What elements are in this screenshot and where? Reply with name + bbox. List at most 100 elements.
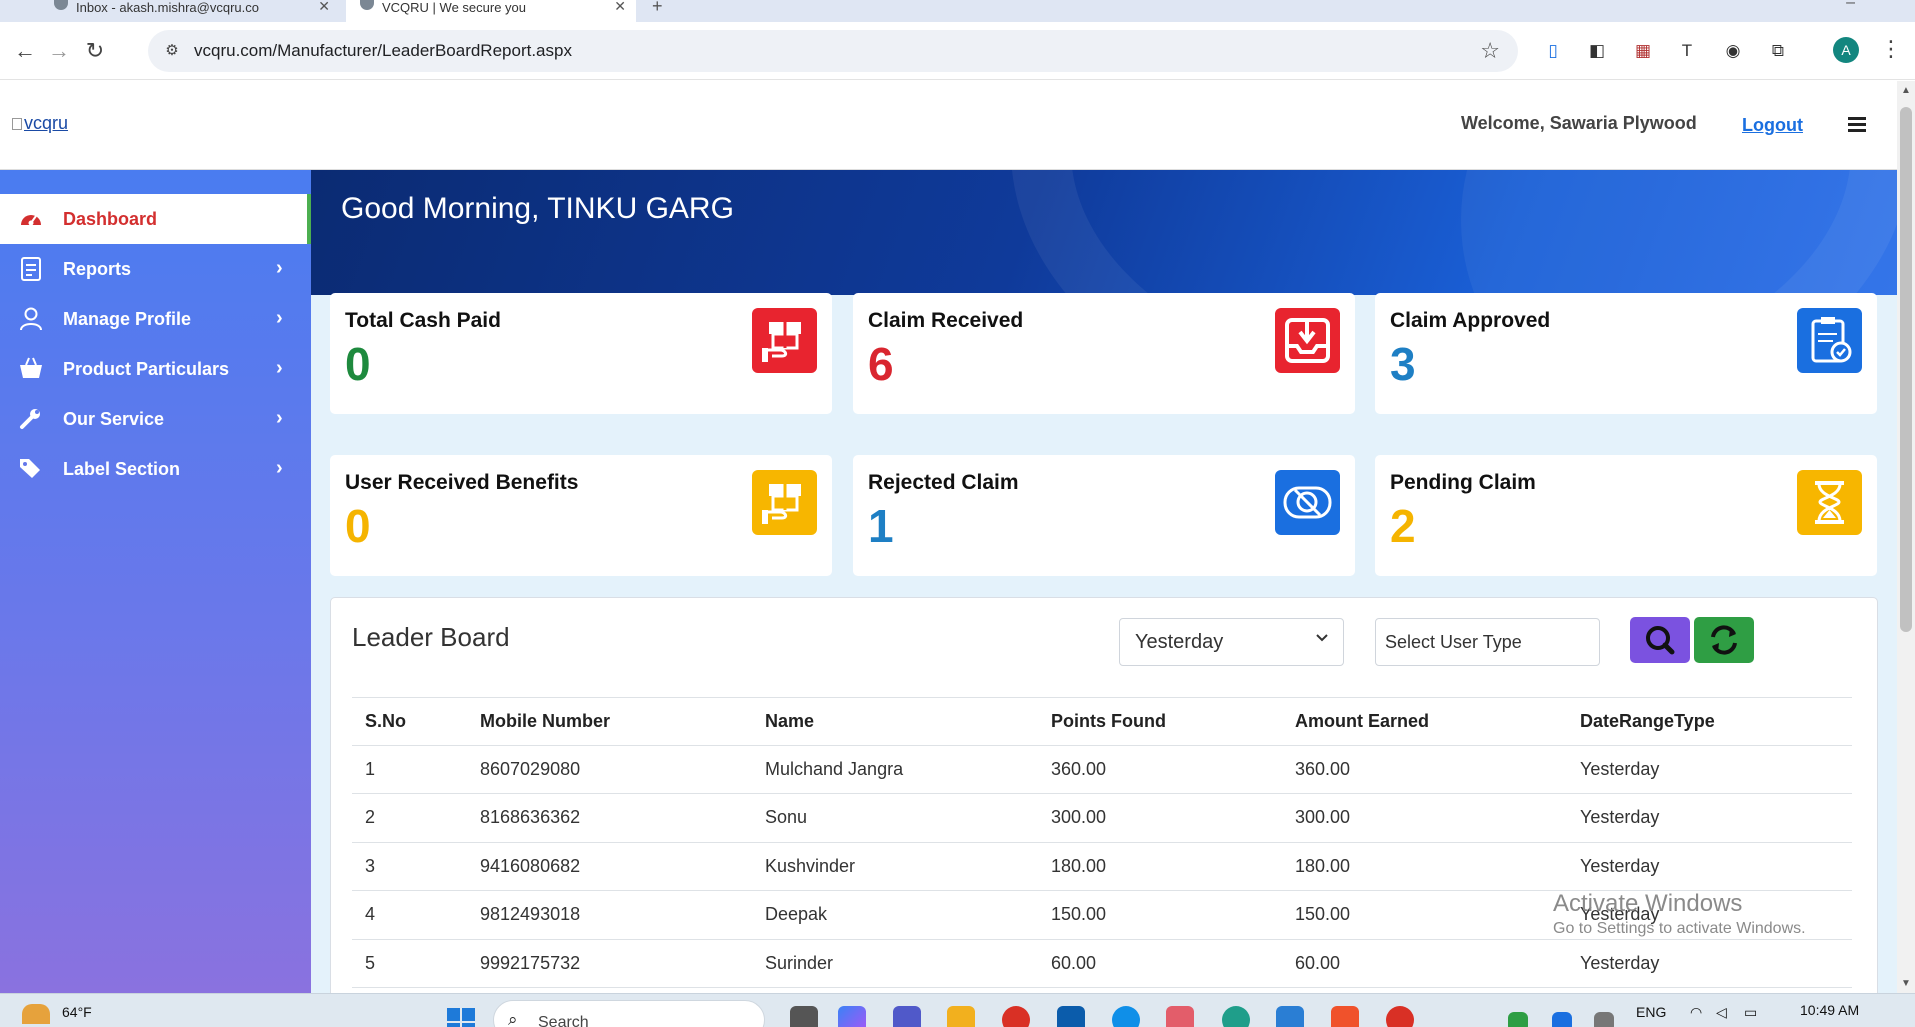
sidebar-item-reports[interactable]: Reports ›: [0, 244, 311, 294]
teams-icon[interactable]: [893, 1006, 921, 1027]
extensions-puzzle-icon[interactable]: ⧉: [1767, 40, 1789, 62]
sidebar-item-dashboard[interactable]: Dashboard: [0, 194, 311, 244]
sidebar-item-label: Label Section: [63, 459, 181, 479]
sidebar-item-manage-profile[interactable]: Manage Profile ›: [0, 294, 311, 344]
column-header[interactable]: Points Found: [1051, 711, 1166, 732]
vcqru-logo[interactable]: vcqru: [12, 113, 68, 134]
chevron-down-icon: [1315, 631, 1329, 650]
robot-extension-icon[interactable]: ◉: [1722, 40, 1744, 62]
greeting-banner: Good Morning, TINKU GARG: [311, 170, 1897, 295]
cell-sno: 3: [365, 855, 376, 876]
skype-icon[interactable]: [1112, 1006, 1140, 1027]
refresh-button[interactable]: [1694, 617, 1754, 663]
windows-start-icon[interactable]: [447, 1008, 475, 1027]
task-view-icon[interactable]: [790, 1006, 818, 1027]
card-title: Total Cash Paid: [345, 309, 501, 332]
card-value: 6: [868, 338, 894, 390]
hourglass-icon: [1797, 470, 1862, 535]
column-header[interactable]: S.No: [365, 711, 406, 732]
snipping-tool-icon[interactable]: [1166, 1006, 1194, 1027]
browser-menu-icon[interactable]: ⋮: [1880, 36, 1902, 62]
cell-sno: 2: [365, 807, 376, 827]
edge-icon[interactable]: [1222, 1006, 1250, 1027]
user-type-input[interactable]: [1375, 618, 1600, 666]
chevron-right-icon: ›: [276, 457, 283, 479]
cell-mobile: 8607029080: [480, 758, 581, 779]
report-document-icon: [18, 256, 44, 282]
chrome-icon[interactable]: [1002, 1006, 1030, 1027]
card-title: Claim Received: [868, 309, 1024, 332]
cell-mobile: 8168636362: [480, 807, 581, 827]
column-header[interactable]: Name: [765, 711, 814, 732]
network-extra-icon[interactable]: [1594, 1012, 1614, 1027]
scroll-down-icon[interactable]: ▼: [1901, 978, 1911, 989]
chrome-profile-icon[interactable]: [1386, 1006, 1414, 1027]
taskbar-clock[interactable]: 10:49 AM: [1800, 1002, 1859, 1018]
search-button[interactable]: [1630, 617, 1690, 663]
browser-tab-strip: Inbox - akash.mishra@vcqru.co ✕ VCQRU | …: [0, 0, 1915, 22]
selected-value: Yesterday: [1135, 631, 1224, 653]
store-icon[interactable]: [1057, 1006, 1085, 1027]
back-arrow-icon[interactable]: ←: [10, 36, 40, 66]
column-header[interactable]: Amount Earned: [1295, 711, 1429, 732]
browser-tab-inbox[interactable]: Inbox - akash.mishra@vcqru.co ✕: [40, 0, 340, 22]
table-row: 5 9992175732 Surinder 60.00 60.00 Yester…: [352, 940, 1852, 988]
file-explorer-icon[interactable]: [947, 1006, 975, 1027]
sidebar-item-product-particulars[interactable]: Product Particulars ›: [0, 344, 311, 394]
new-tab-icon[interactable]: +: [652, 0, 663, 17]
weather-temperature[interactable]: 64°F: [62, 1004, 92, 1020]
page-scrollbar[interactable]: ▲ ▼: [1897, 81, 1915, 993]
profile-avatar[interactable]: A: [1833, 37, 1859, 63]
main-content: Good Morning, TINKU GARG Total Cash Paid…: [311, 170, 1897, 993]
search-icon: ⌕: [508, 1010, 518, 1027]
security-icon[interactable]: [1508, 1012, 1528, 1027]
calendar-extension-icon[interactable]: ▦: [1632, 40, 1654, 62]
taskbar-search-box[interactable]: ⌕ Search: [493, 1000, 765, 1027]
cell-points: 180.00: [1051, 855, 1107, 876]
tab-title: VCQRU | We secure you: [382, 0, 527, 15]
sidebar-item-label: Product Particulars: [63, 359, 230, 379]
cell-name: Deepak: [765, 904, 828, 924]
vscode-icon[interactable]: [1276, 1006, 1304, 1027]
sidebar-item-label: Reports: [63, 259, 132, 279]
defender-icon[interactable]: [1552, 1012, 1572, 1027]
site-info-icon[interactable]: ⚙: [162, 41, 182, 61]
brave-icon[interactable]: [1331, 1006, 1359, 1027]
url-text[interactable]: vcqru.com/Manufacturer/LeaderBoardReport…: [194, 41, 572, 61]
weather-icon[interactable]: [22, 1004, 50, 1024]
battery-icon[interactable]: ▭: [1744, 1004, 1757, 1021]
extension-icon[interactable]: ◧: [1586, 40, 1608, 62]
inbox-download-icon: [1275, 308, 1340, 373]
refresh-icon: [1711, 625, 1737, 655]
column-header[interactable]: DateRangeType: [1580, 711, 1715, 732]
copilot-icon[interactable]: [838, 1006, 866, 1027]
text-extension-icon[interactable]: T: [1676, 40, 1698, 62]
address-bar[interactable]: ⚙ vcqru.com/Manufacturer/LeaderBoardRepo…: [148, 30, 1518, 72]
forward-arrow-icon[interactable]: →: [44, 36, 74, 66]
sidebar-item-our-service[interactable]: Our Service ›: [0, 394, 311, 444]
banner-decoration: [1461, 170, 1897, 295]
card-claim-approved: Claim Approved 3: [1375, 293, 1877, 414]
reload-icon[interactable]: ↻: [80, 36, 110, 66]
minimize-icon[interactable]: –: [1846, 0, 1855, 12]
chevron-right-icon: ›: [276, 357, 283, 379]
browser-tab-vcqru[interactable]: VCQRU | We secure you ✕: [346, 0, 636, 22]
wifi-icon[interactable]: ◠: [1690, 1004, 1702, 1021]
greeting-text: Good Morning, TINKU GARG: [341, 192, 734, 225]
column-header[interactable]: Mobile Number: [480, 711, 610, 732]
volume-muted-icon[interactable]: ◁: [1716, 1004, 1727, 1021]
date-range-select[interactable]: Yesterday: [1119, 618, 1344, 666]
sidebar-item-label-section[interactable]: Label Section ›: [0, 444, 311, 494]
close-tab-icon[interactable]: ✕: [614, 0, 626, 15]
scroll-up-icon[interactable]: ▲: [1901, 85, 1911, 96]
cell-sno: 5: [365, 952, 376, 973]
gmail-icon: [54, 0, 68, 10]
hamburger-menu-icon[interactable]: [1848, 117, 1866, 132]
bookmark-star-icon[interactable]: ☆: [1480, 38, 1500, 64]
logout-link[interactable]: Logout: [1742, 115, 1803, 136]
language-indicator[interactable]: ENG: [1636, 1004, 1666, 1020]
scrollbar-thumb[interactable]: [1900, 107, 1912, 632]
cell-mobile: 9812493018: [480, 904, 581, 924]
close-tab-icon[interactable]: ✕: [318, 0, 330, 15]
extension-icon[interactable]: ▯: [1542, 40, 1564, 62]
